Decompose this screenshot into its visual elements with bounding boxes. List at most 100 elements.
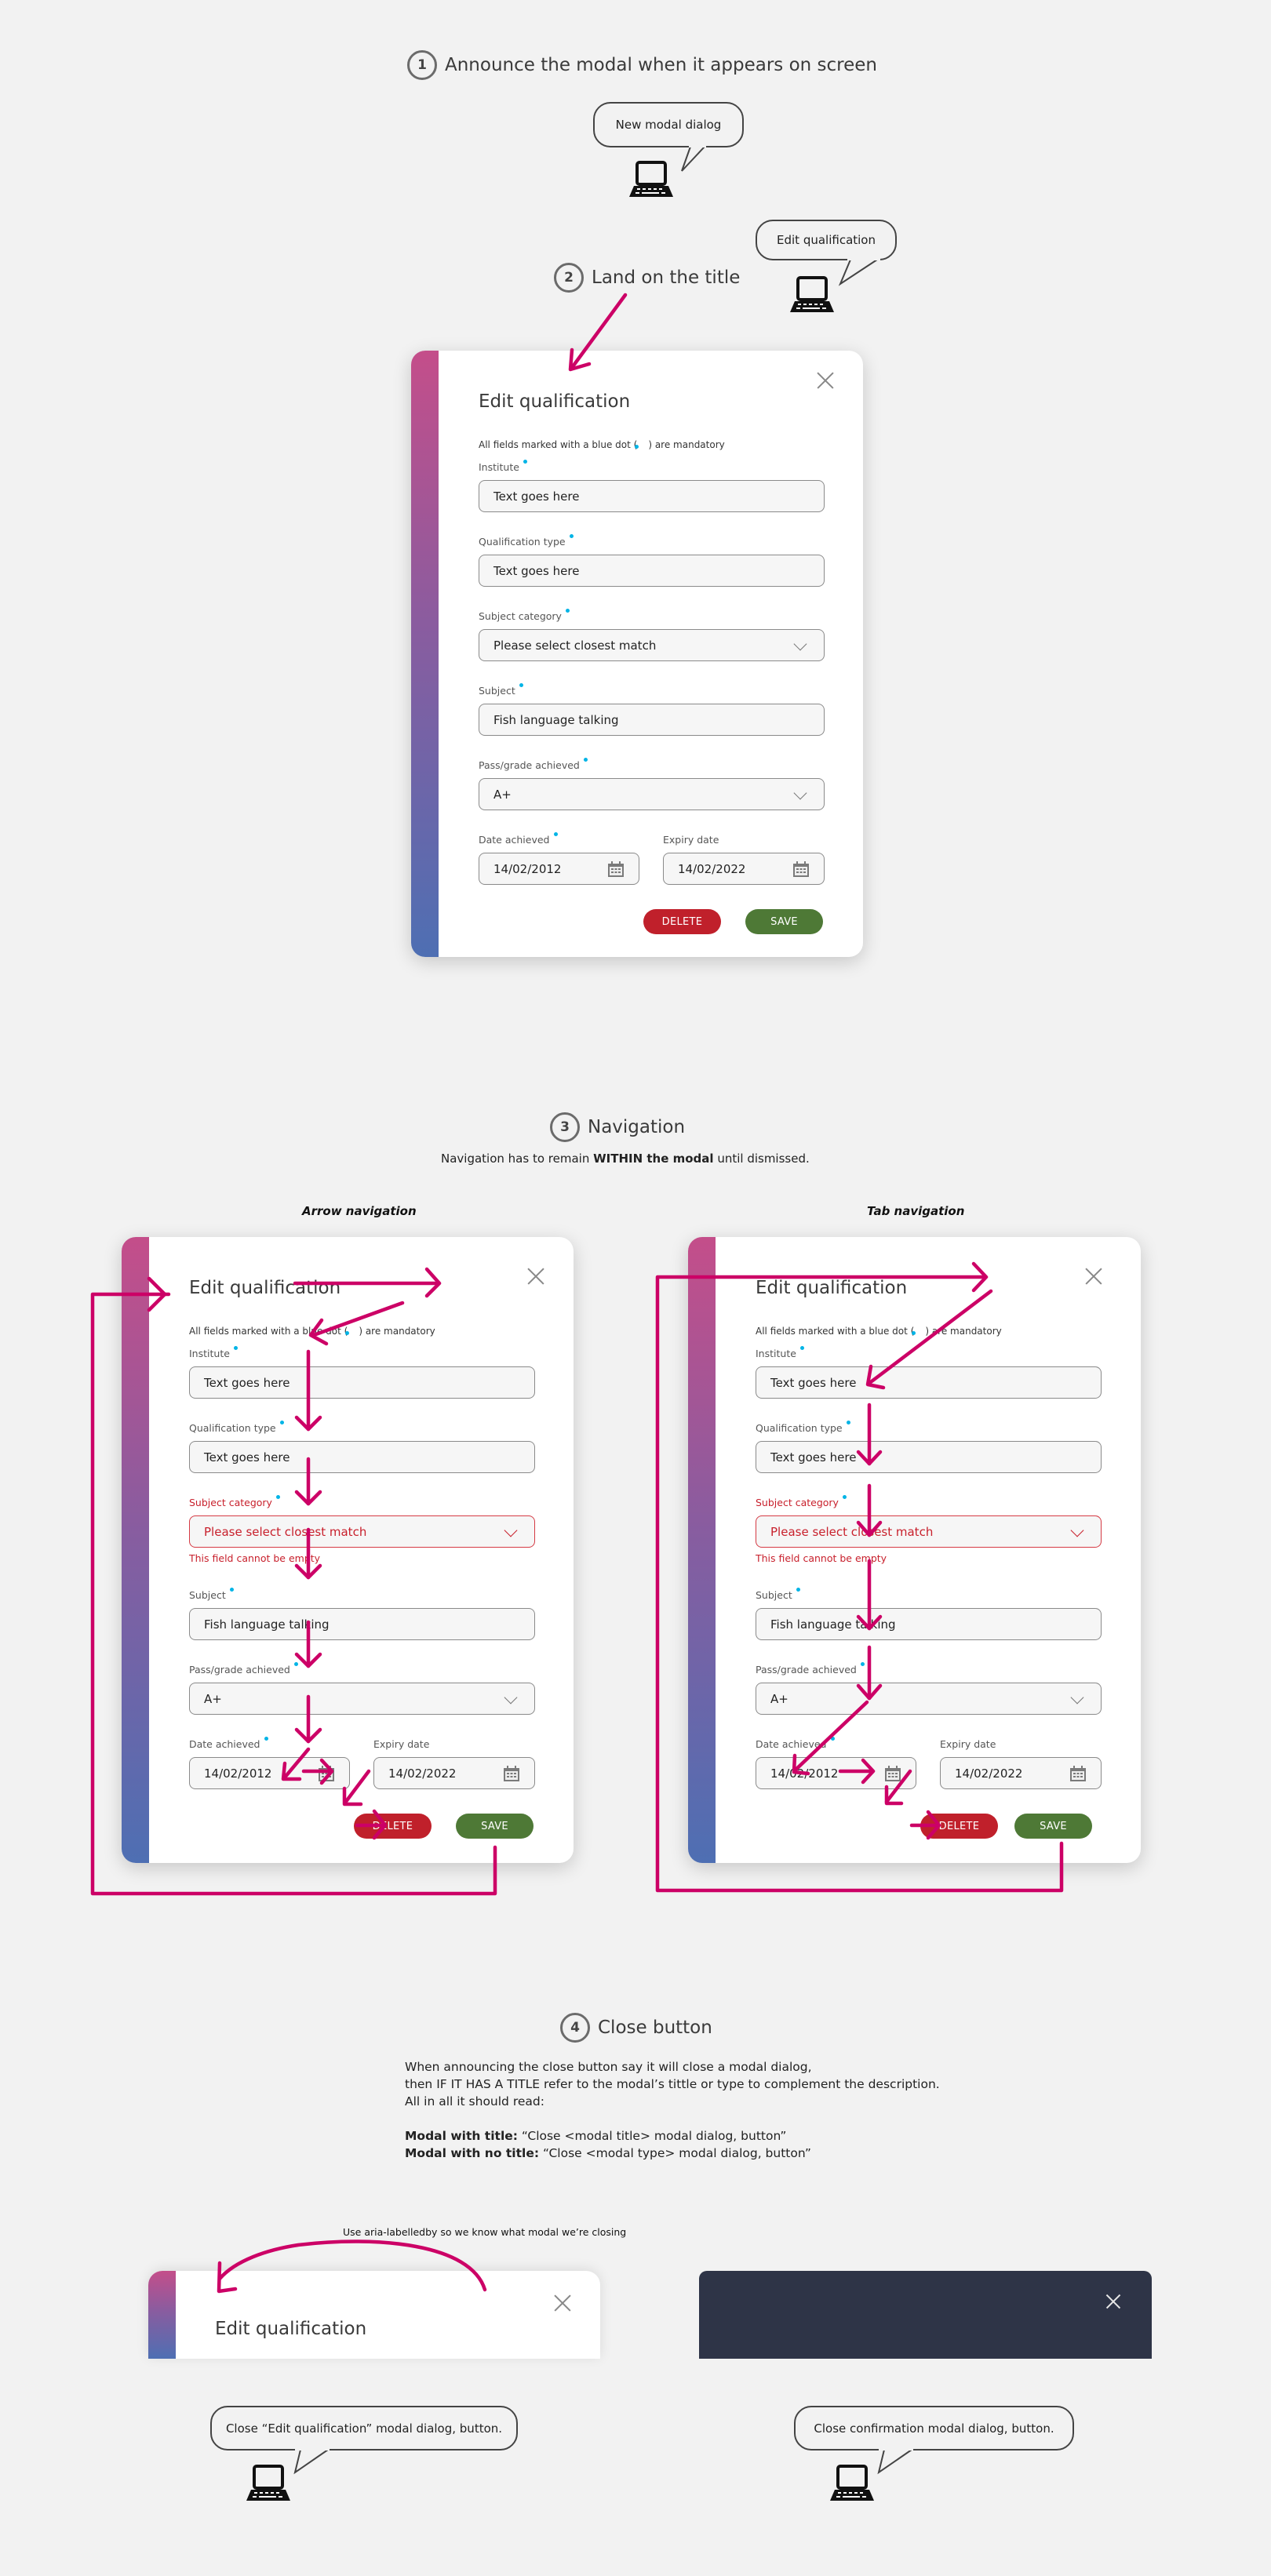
- required-dot-icon: [583, 758, 588, 762]
- arrow-navigation-label: Arrow navigation: [302, 1204, 417, 1218]
- close-icon[interactable]: [1105, 2293, 1122, 2310]
- date-achieved-input[interactable]: 14/02/2012: [189, 1757, 350, 1789]
- untitled-confirmation-modal-header: [699, 2271, 1152, 2359]
- qualification-type-label: Qualification type: [479, 534, 574, 548]
- subject-label: Subject: [189, 1588, 234, 1601]
- section-1-title: Announce the modal when it appears on sc…: [445, 55, 878, 75]
- expiry-date-input[interactable]: 14/02/2022: [373, 1757, 535, 1789]
- required-dot-icon: [275, 1495, 280, 1499]
- modal-accent-stripe: [148, 2271, 176, 2359]
- subject-input[interactable]: Fish language talking: [189, 1608, 535, 1640]
- close-icon[interactable]: [817, 372, 834, 389]
- section-2-heading: 2 Land on the title: [554, 263, 740, 293]
- grade-select[interactable]: A+: [189, 1683, 535, 1715]
- speech-bubble-new-modal: New modal dialog: [593, 102, 744, 147]
- laptop-icon: [830, 2465, 874, 2501]
- mandatory-note: All fields marked with a blue dot () are…: [756, 1326, 1002, 1337]
- speech-bubble-edit-qualification: Edit qualification: [756, 220, 897, 260]
- subject-category-select[interactable]: Please select closest match: [479, 629, 825, 661]
- description-line: then IF IT HAS A TITLE refer to the moda…: [405, 2077, 940, 2091]
- modal-title: Edit qualification: [756, 1278, 908, 1298]
- chevron-down-icon: [504, 1523, 518, 1537]
- qualification-type-label: Qualification type: [756, 1421, 850, 1434]
- bubble-tail: [838, 257, 880, 286]
- calendar-icon[interactable]: [884, 1765, 901, 1782]
- navigation-description: Navigation has to remain WITHIN the moda…: [441, 1152, 810, 1166]
- required-dot-icon: [799, 1346, 804, 1350]
- mandatory-note-text: All fields marked with a blue dot (: [479, 439, 638, 450]
- qualification-type-input[interactable]: Text goes here: [756, 1441, 1102, 1473]
- bubble-text: Edit qualification: [777, 233, 876, 247]
- date-achieved-input[interactable]: 14/02/2012: [756, 1757, 916, 1789]
- chevron-down-icon: [504, 1690, 518, 1705]
- subject-label: Subject: [479, 683, 523, 697]
- arrow-navigation-modal: Edit qualification All fields marked wit…: [122, 1237, 574, 1863]
- laptop-icon: [790, 276, 834, 312]
- modal-title: Edit qualification: [215, 2319, 367, 2339]
- required-dot-icon: [229, 1588, 234, 1592]
- close-icon[interactable]: [554, 2294, 571, 2312]
- speech-bubble-close-untitled: Close confirmation modal dialog, button.: [794, 2406, 1074, 2450]
- delete-button[interactable]: DELETE: [920, 1814, 998, 1839]
- required-dot-icon: [523, 460, 527, 464]
- expiry-date-label: Expiry date: [940, 1738, 996, 1750]
- close-icon[interactable]: [1085, 1268, 1102, 1285]
- qualification-type-input[interactable]: Text goes here: [479, 555, 825, 587]
- modal-title: Edit qualification: [189, 1278, 341, 1298]
- bubble-text: New modal dialog: [615, 118, 722, 132]
- grade-label: Pass/grade achieved: [189, 1662, 298, 1675]
- close-icon[interactable]: [527, 1268, 544, 1285]
- calendar-icon[interactable]: [1069, 1765, 1087, 1782]
- save-button[interactable]: SAVE: [456, 1814, 534, 1839]
- modal-accent-stripe: [688, 1237, 716, 1863]
- calendar-icon[interactable]: [503, 1765, 520, 1782]
- calendar-icon[interactable]: [792, 860, 810, 878]
- chevron-down-icon: [1070, 1690, 1084, 1705]
- required-dot-icon: [846, 1421, 850, 1424]
- aria-labelledby-note: Use aria-labelledby so we know what moda…: [343, 2226, 627, 2238]
- subject-category-label: Subject category: [189, 1495, 280, 1508]
- required-dot-icon: [842, 1495, 847, 1499]
- required-dot-icon: [233, 1346, 238, 1350]
- chevron-down-icon: [793, 637, 807, 651]
- qualification-type-input[interactable]: Text goes here: [189, 1441, 535, 1473]
- qualification-type-label: Qualification type: [189, 1421, 284, 1434]
- modal-accent-stripe: [411, 351, 439, 957]
- step-number-badge: 2: [554, 263, 584, 293]
- step-number-badge: 1: [407, 50, 437, 80]
- expiry-date-input[interactable]: 14/02/2022: [663, 853, 825, 885]
- modal-accent-stripe: [122, 1237, 149, 1863]
- institute-input[interactable]: Text goes here: [189, 1366, 535, 1399]
- subject-category-select[interactable]: Please select closest match: [189, 1515, 535, 1548]
- step-number-badge: 3: [550, 1112, 580, 1142]
- section-1-heading: 1 Announce the modal when it appears on …: [407, 50, 877, 80]
- institute-input[interactable]: Text goes here: [479, 480, 825, 512]
- subject-input[interactable]: Fish language talking: [756, 1608, 1102, 1640]
- calendar-icon[interactable]: [607, 860, 625, 878]
- delete-button[interactable]: DELETE: [354, 1814, 432, 1839]
- grade-select[interactable]: A+: [479, 778, 825, 810]
- section-3-title: Navigation: [588, 1117, 686, 1137]
- expiry-date-input[interactable]: 14/02/2022: [940, 1757, 1102, 1789]
- date-achieved-input[interactable]: 14/02/2012: [479, 853, 639, 885]
- speech-bubble-close-titled: Close “Edit qualification” modal dialog,…: [210, 2406, 518, 2450]
- grade-select[interactable]: A+: [756, 1683, 1102, 1715]
- bubble-tail: [681, 144, 706, 172]
- institute-input[interactable]: Text goes here: [756, 1366, 1102, 1399]
- subject-category-label: Subject category: [756, 1495, 847, 1508]
- calendar-icon[interactable]: [318, 1765, 335, 1782]
- required-dot-icon: [565, 609, 570, 613]
- grade-label: Pass/grade achieved: [479, 758, 588, 771]
- required-dot-icon: [279, 1421, 284, 1424]
- required-dot-icon: [264, 1737, 268, 1741]
- subject-input[interactable]: Fish language talking: [479, 704, 825, 736]
- subject-category-select[interactable]: Please select closest match: [756, 1515, 1102, 1548]
- step-number-badge: 4: [560, 2013, 590, 2043]
- institute-label: Institute: [479, 460, 527, 473]
- rule-without-title: Modal with no title: “Close <modal type>…: [405, 2146, 811, 2160]
- save-button[interactable]: SAVE: [1014, 1814, 1092, 1839]
- required-dot-icon: [293, 1662, 298, 1666]
- required-dot-icon: [796, 1588, 800, 1592]
- save-button[interactable]: SAVE: [745, 909, 823, 934]
- delete-button[interactable]: DELETE: [643, 909, 721, 934]
